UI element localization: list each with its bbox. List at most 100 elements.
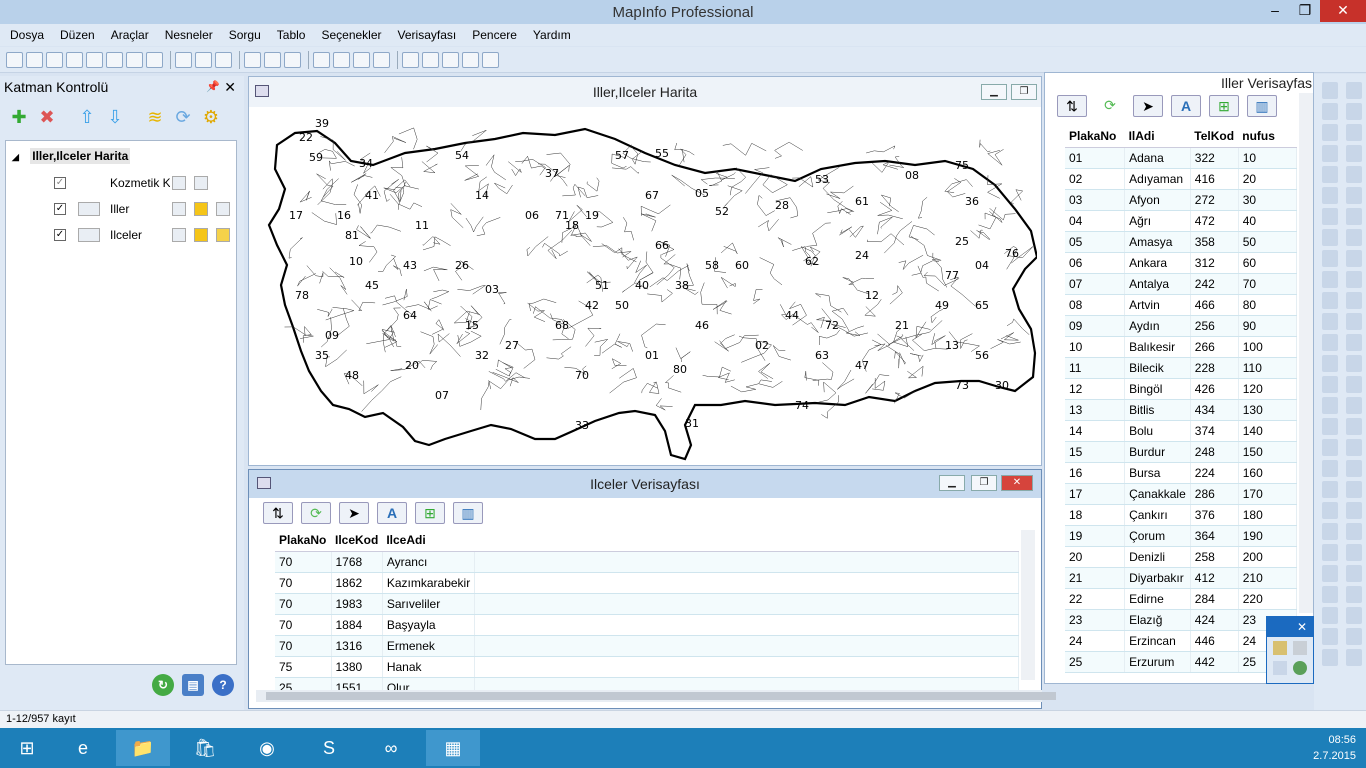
table-cell[interactable]: 15 [1065,441,1126,463]
drawing-tool-icon[interactable] [1322,628,1338,645]
tree-root[interactable]: ◢ Iller,Ilceler Harita [12,148,131,164]
new-browser-icon[interactable] [402,51,419,68]
drawing-tool-icon[interactable] [1322,376,1338,393]
column-header[interactable]: IlAdi [1124,126,1191,148]
table-cell[interactable]: 03 [1065,189,1126,211]
table-row[interactable]: 16 Bursa 224 160 [1065,462,1298,484]
sort-icon[interactable]: ⇅ [1057,95,1087,117]
chrome-icon[interactable]: ◉ [240,730,294,766]
drawing-tool-icon[interactable] [1346,439,1362,456]
drawing-tool-icon[interactable] [1322,271,1338,288]
table-cell[interactable]: 60 [1238,252,1298,274]
refresh-icon[interactable]: ⟳ [1095,95,1125,117]
layer-checkbox[interactable]: ✓ [54,203,66,215]
table-cell[interactable]: 130 [1238,399,1298,421]
table-row[interactable]: 02 Adıyaman 416 20 [1065,168,1298,190]
table-cell[interactable]: Erzincan [1124,630,1191,652]
drawing-tool-icon[interactable] [1322,103,1338,120]
cut-icon[interactable] [313,51,330,68]
table-cell[interactable]: 04 [1065,210,1126,232]
table-row[interactable]: 05 Amasya 358 50 [1065,231,1298,253]
table-cell[interactable]: Ermenek [382,635,476,657]
table-row[interactable]: 75 1380 Hanak [275,656,1019,678]
drawing-tool-icon[interactable] [1346,355,1362,372]
drawing-tool-icon[interactable] [1322,607,1338,624]
table-cell[interactable]: Başyayla [382,614,476,636]
table-row[interactable]: 21 Diyarbakır 412 210 [1065,567,1298,589]
table-cell[interactable]: 120 [1238,378,1298,400]
edit-icon[interactable] [172,228,186,242]
table-cell[interactable]: Balıkesir [1124,336,1191,358]
table-cell[interactable]: 170 [1238,483,1298,505]
table-cell[interactable]: 210 [1238,567,1298,589]
ie-icon[interactable]: e [56,730,110,766]
table-cell[interactable]: 70 [275,593,332,615]
drawing-tool-icon[interactable] [1322,481,1338,498]
columns-icon[interactable]: ▥ [453,502,483,524]
table-cell[interactable]: 358 [1190,231,1239,253]
column-header[interactable]: IlceAdi [382,530,475,552]
table-cell[interactable]: 16 [1065,462,1126,484]
new-layout-icon[interactable] [462,51,479,68]
layer-checkbox[interactable]: ✓ [54,177,66,189]
table-row[interactable]: 19 Çorum 364 190 [1065,525,1298,547]
table-cell[interactable]: 1983 [331,593,383,615]
table-cell[interactable]: 01 [1065,147,1126,169]
table-cell[interactable]: 09 [1065,315,1126,337]
save-map-icon[interactable] [175,51,192,68]
drawing-tool-icon[interactable] [1322,292,1338,309]
table-cell[interactable]: 21 [1065,567,1126,589]
table-cell[interactable]: 228 [1190,357,1239,379]
pdf-icon[interactable] [284,51,301,68]
drawing-tool-icon[interactable] [1322,208,1338,225]
table-cell[interactable]: 160 [1238,462,1298,484]
table-cell[interactable]: Diyarbakır [1124,567,1191,589]
new-graph-icon[interactable] [442,51,459,68]
drawing-tool-icon[interactable] [1346,292,1362,309]
drawing-tool-icon[interactable] [1346,145,1362,162]
drawing-tool-icon[interactable] [1346,397,1362,414]
ilce-minimize-button[interactable]: ▁ [939,475,965,491]
table-cell[interactable]: 150 [1238,441,1298,463]
map-minimize-button[interactable]: ▁ [981,84,1007,100]
table-cell[interactable]: 02 [1065,168,1126,190]
open-table-icon[interactable] [1273,641,1287,655]
table-cell[interactable]: Edirne [1124,588,1191,610]
scroll-thumb[interactable] [266,692,1056,700]
globe-icon[interactable] [1293,661,1307,675]
table-cell[interactable]: 258 [1190,546,1239,568]
drawing-tool-icon[interactable] [1346,376,1362,393]
table-cell[interactable]: 200 [1238,546,1298,568]
minimize-button[interactable]: ‒ [1260,0,1290,22]
table-cell[interactable]: 364 [1190,525,1239,547]
table-cell[interactable]: 286 [1190,483,1239,505]
menu-duzen[interactable]: Düzen [60,28,95,42]
table-cell[interactable]: 07 [1065,273,1126,295]
menu-tablo[interactable]: Tablo [277,28,306,42]
table-cell[interactable]: Antalya [1124,273,1191,295]
drawing-tool-icon[interactable] [1322,502,1338,519]
table-cell[interactable]: 70 [275,551,332,573]
select-icon[interactable] [194,202,208,216]
remove-layer-icon[interactable]: ✖ [36,106,58,128]
map-restore-button[interactable]: ❐ [1011,84,1037,100]
table-cell[interactable]: 416 [1190,168,1239,190]
drawing-tool-icon[interactable] [1346,271,1362,288]
refresh-icon[interactable]: ↻ [152,674,174,696]
paste-icon[interactable] [353,51,370,68]
add-row-icon[interactable]: ⊞ [415,502,445,524]
print-icon[interactable] [264,51,281,68]
save-copy-icon[interactable] [86,51,103,68]
table-cell[interactable]: Amasya [1124,231,1191,253]
select-tool-icon[interactable]: ➤ [339,502,369,524]
expand-arrow-icon[interactable]: ◢ [12,152,19,162]
maximize-button[interactable]: ❐ [1290,0,1320,22]
table-row[interactable]: 23 Elazığ 424 23 [1065,609,1298,631]
table-cell[interactable]: 472 [1190,210,1239,232]
column-header[interactable]: TelKod [1190,126,1239,148]
table-row[interactable]: 24 Erzincan 446 24 [1065,630,1298,652]
table-cell[interactable]: 20 [1238,168,1298,190]
open-icon[interactable] [26,51,43,68]
table-cell[interactable]: 19 [1065,525,1126,547]
table-cell[interactable]: 272 [1190,189,1239,211]
